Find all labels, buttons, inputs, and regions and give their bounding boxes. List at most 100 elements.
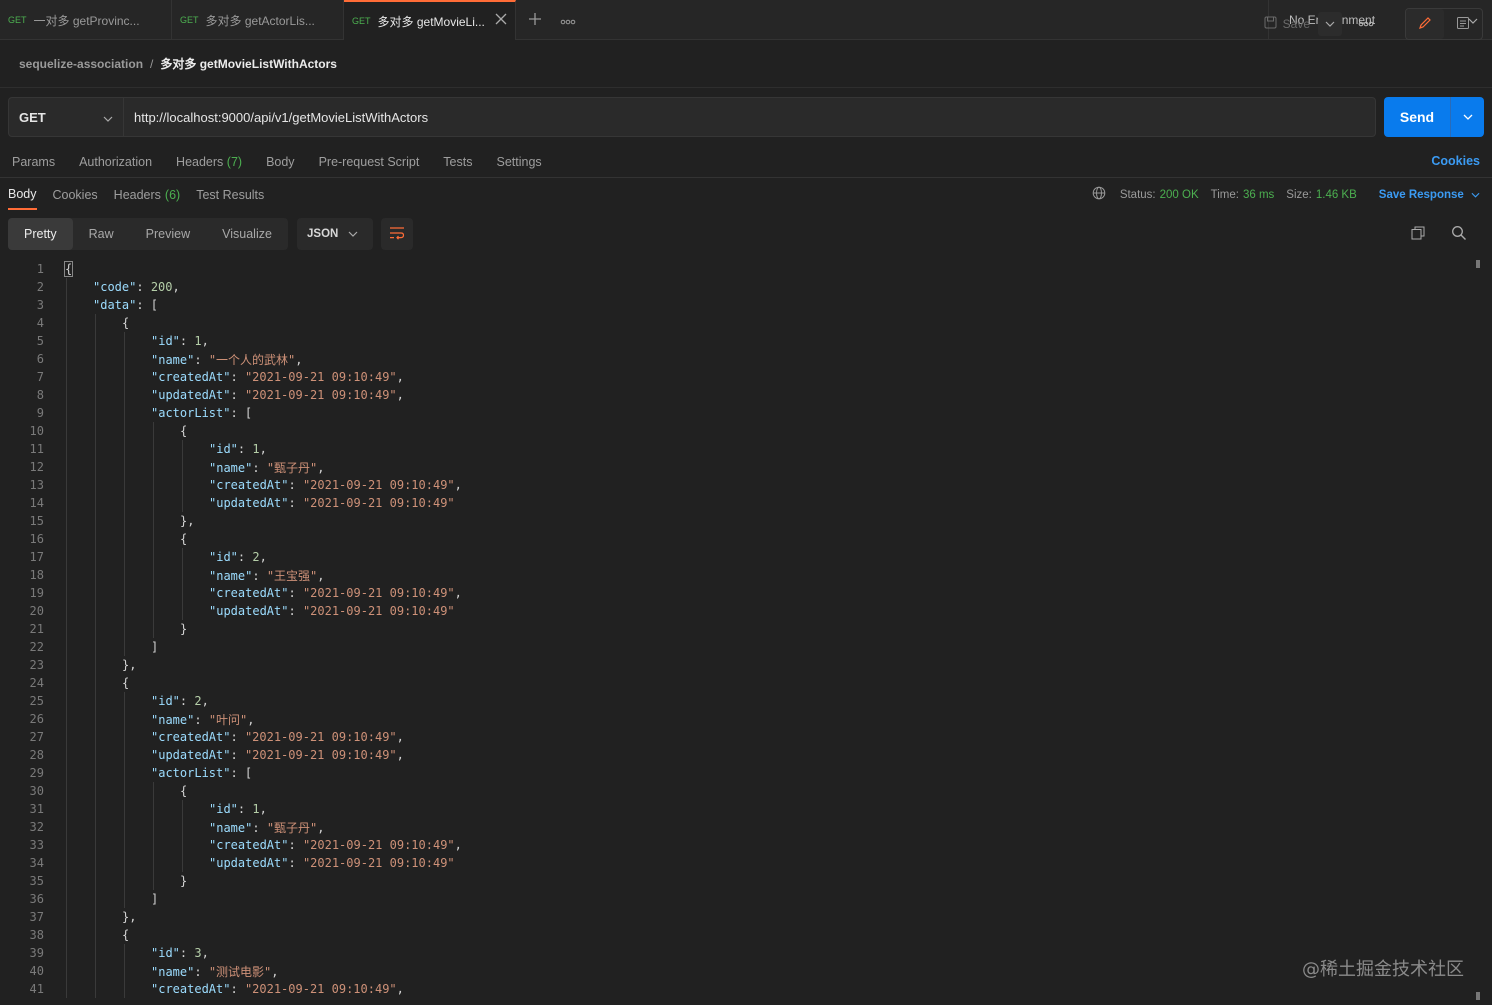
- json-punctuation: {: [122, 316, 130, 330]
- send-button[interactable]: Send: [1384, 109, 1450, 125]
- code-text: },: [122, 910, 136, 924]
- response-tab-cookies[interactable]: Cookies: [53, 180, 98, 210]
- http-method-select[interactable]: GET: [8, 97, 124, 137]
- copy-icon[interactable]: [1410, 225, 1426, 244]
- line-number: 3: [36, 298, 44, 312]
- json-punctuation: {: [64, 261, 74, 277]
- response-tab-body[interactable]: Body: [8, 180, 37, 210]
- response-status-bar: Status: 200 OK Time: 36 ms Size: 1.46 KB…: [1092, 186, 1480, 203]
- tab-label: Headers: [176, 155, 224, 169]
- scrollbar-thumb[interactable]: [1476, 260, 1480, 268]
- json-string: "甄子丹": [266, 460, 318, 475]
- save-response-button[interactable]: Save Response: [1379, 189, 1480, 201]
- more-icon[interactable]: [560, 12, 576, 28]
- json-punctuation: ,: [317, 820, 325, 835]
- tab-authorization[interactable]: Authorization: [79, 155, 152, 169]
- save-options-button[interactable]: [1318, 12, 1342, 36]
- view-preview[interactable]: Preview: [130, 218, 206, 250]
- code-line: 36]: [0, 890, 1468, 908]
- breadcrumb-request[interactable]: 多对多 getMovieListWithActors: [160, 55, 337, 72]
- code-line: 4{: [0, 314, 1468, 332]
- tab-tests[interactable]: Tests: [443, 155, 472, 169]
- json-key: "name": [151, 964, 195, 979]
- response-body-editor[interactable]: 1{2 "code": 200, 3 "data": [4{5 "id": 1, 6 "na…: [0, 260, 1468, 1005]
- size-value[interactable]: 1.46 KB: [1316, 189, 1357, 201]
- json-key: "createdAt": [209, 478, 289, 492]
- close-icon[interactable]: [495, 12, 507, 30]
- json-punctuation: :: [288, 856, 303, 870]
- code-text: {: [122, 928, 129, 942]
- tab-settings[interactable]: Settings: [496, 155, 541, 169]
- code-line: 11 "id": 1,: [0, 440, 1468, 458]
- json-number: 200: [150, 280, 173, 294]
- chevron-down-icon: [103, 110, 113, 125]
- code-line: 21}: [0, 620, 1468, 638]
- wrap-lines-button[interactable]: [381, 218, 413, 250]
- code-line: 35}: [0, 872, 1468, 890]
- json-punctuation: ,: [172, 280, 180, 294]
- request-tab-active[interactable]: GET 多对多 getMovieLi...: [344, 0, 516, 40]
- cookies-link[interactable]: Cookies: [1431, 154, 1480, 168]
- json-punctuation: :: [288, 586, 303, 600]
- json-punctuation: }: [180, 874, 188, 888]
- request-config-tabs: Params Authorization Headers (7) Body Pr…: [0, 148, 1492, 176]
- code-text: "id": 2,: [151, 694, 209, 708]
- json-string: "2021-09-21 09:10:49": [244, 730, 397, 744]
- json-key: "updatedAt": [209, 604, 289, 618]
- tab-pre-request-script[interactable]: Pre-request Script: [319, 155, 420, 169]
- line-number: 24: [29, 676, 44, 690]
- response-tab-test-results[interactable]: Test Results: [196, 180, 264, 210]
- format-select[interactable]: JSON: [297, 218, 373, 250]
- view-pretty[interactable]: Pretty: [8, 218, 73, 250]
- tab-body[interactable]: Body: [266, 155, 295, 169]
- code-line: 28 "updatedAt": "2021-09-21 09:10:49",: [0, 746, 1468, 764]
- url-input[interactable]: http://localhost:9000/api/v1/getMovieLis…: [124, 97, 1376, 137]
- view-raw[interactable]: Raw: [73, 218, 130, 250]
- json-punctuation: ,: [396, 982, 404, 996]
- line-number: 32: [29, 820, 44, 834]
- code-line: 32 "name": "甄子丹",: [0, 818, 1468, 836]
- status-value[interactable]: 200 OK: [1160, 189, 1199, 201]
- json-punctuation: ,: [396, 388, 404, 402]
- pencil-icon: [1418, 16, 1432, 33]
- edit-mode-button[interactable]: [1406, 9, 1444, 39]
- tab-headers[interactable]: Headers (7): [176, 155, 242, 169]
- save-button[interactable]: Save: [1256, 16, 1318, 32]
- json-key: "name": [151, 352, 195, 367]
- json-string: "2021-09-21 09:10:49": [244, 388, 397, 402]
- json-key: "name": [209, 568, 253, 583]
- line-number: 8: [36, 388, 44, 402]
- line-number: 34: [29, 856, 44, 870]
- response-tab-headers[interactable]: Headers (6): [114, 180, 181, 210]
- line-number: 28: [29, 748, 44, 762]
- code-line: 1{: [0, 260, 1468, 278]
- json-punctuation: : [: [136, 298, 159, 312]
- json-key: "id": [209, 802, 238, 816]
- breadcrumb-collection[interactable]: sequelize-association: [19, 57, 143, 71]
- code-line: 41 "createdAt": "2021-09-21 09:10:49",: [0, 980, 1468, 998]
- search-icon[interactable]: [1451, 225, 1467, 244]
- json-punctuation: ,: [396, 730, 404, 744]
- send-options-button[interactable]: [1450, 97, 1484, 137]
- plus-icon[interactable]: [528, 9, 542, 32]
- code-text: "updatedAt": "2021-09-21 09:10:49": [209, 856, 455, 870]
- more-actions-icon[interactable]: [1358, 18, 1374, 30]
- code-text: "name": "测试电影",: [151, 963, 279, 980]
- code-text: "updatedAt": "2021-09-21 09:10:49",: [151, 748, 404, 762]
- json-key: "createdAt": [209, 586, 289, 600]
- tab-label: Test Results: [196, 188, 265, 202]
- request-tab[interactable]: GET 多对多 getActorLis...: [172, 0, 344, 40]
- view-visualize[interactable]: Visualize: [206, 218, 288, 250]
- code-line: 7 "createdAt": "2021-09-21 09:10:49",: [0, 368, 1468, 386]
- tab-params[interactable]: Params: [12, 155, 55, 169]
- globe-icon[interactable]: [1092, 186, 1106, 203]
- documentation-mode-button[interactable]: [1444, 9, 1482, 39]
- request-tab[interactable]: GET 一对多 getProvinc...: [0, 0, 172, 40]
- json-punctuation: {: [180, 424, 188, 438]
- json-punctuation: :: [288, 838, 303, 852]
- json-number: 3: [194, 946, 202, 960]
- time-value[interactable]: 36 ms: [1243, 189, 1274, 201]
- code-text: "id": 1,: [151, 334, 209, 348]
- line-number: 37: [29, 910, 44, 924]
- code-line: 20 "updatedAt": "2021-09-21 09:10:49": [0, 602, 1468, 620]
